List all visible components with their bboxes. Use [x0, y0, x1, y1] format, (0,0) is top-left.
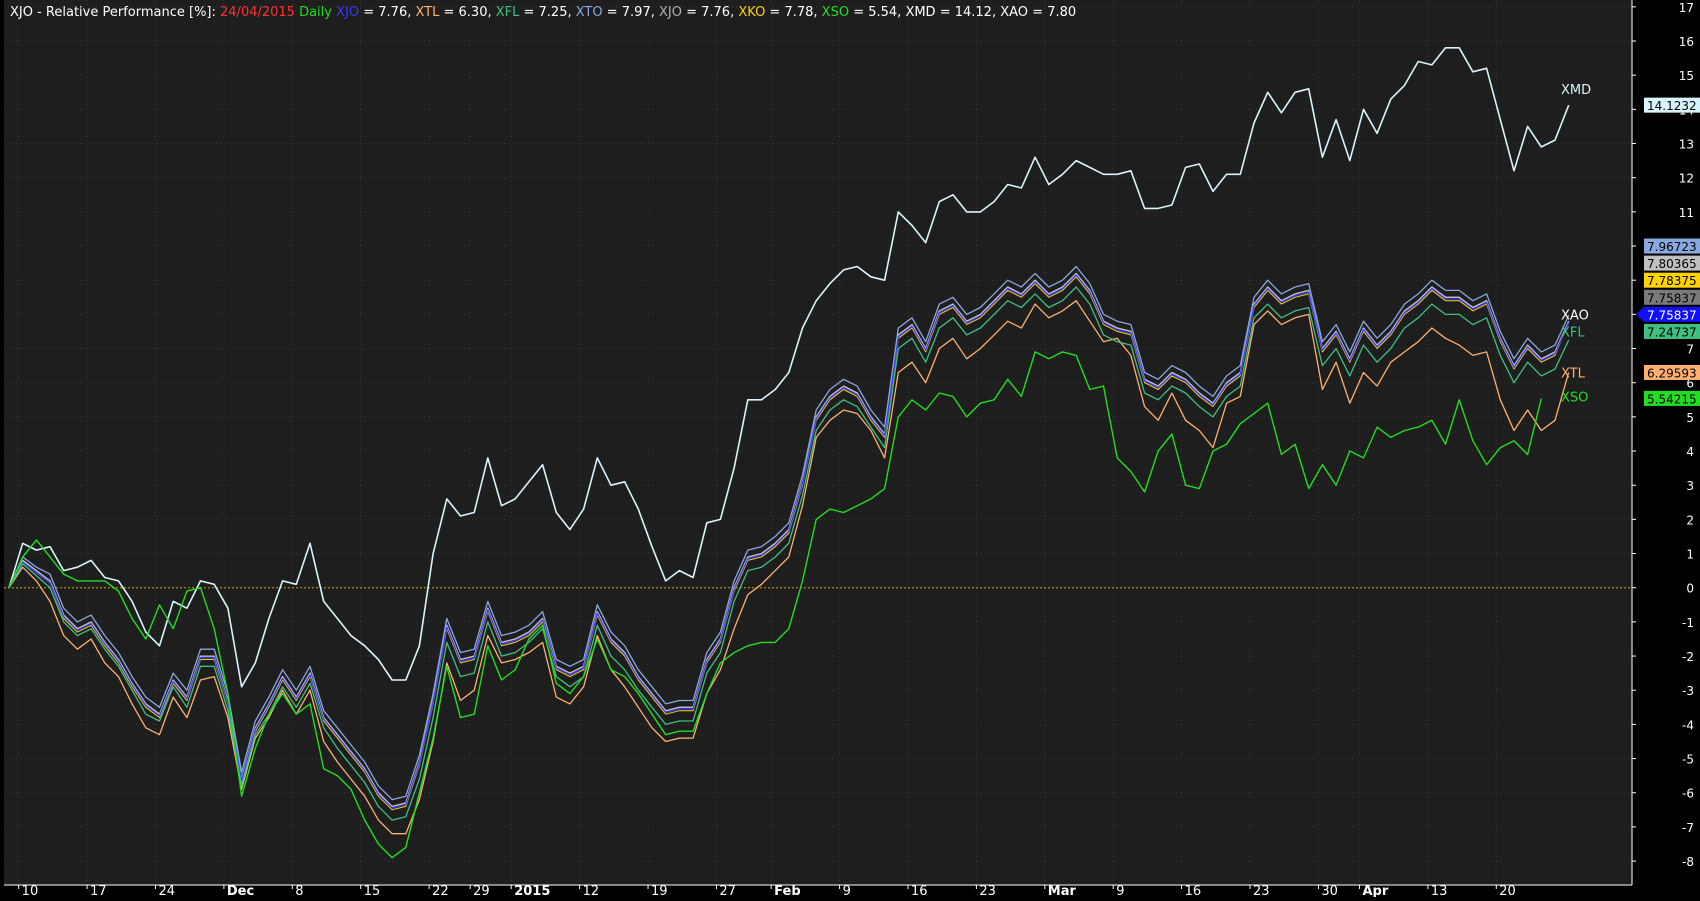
x-tick-label: 19	[651, 884, 668, 897]
title-part: XTL	[415, 5, 440, 20]
y-tick-label: 4	[1686, 445, 1694, 459]
value-box: 7.78375	[1644, 272, 1700, 288]
x-tick-label: Apr	[1362, 884, 1388, 897]
title-part: XJO	[659, 5, 682, 20]
value-box-label: 14.1232	[1647, 99, 1697, 113]
y-tick-label: -8	[1682, 855, 1694, 869]
title-part: = 14.12,	[936, 5, 1001, 20]
title-part: XTO	[576, 5, 603, 20]
title-part: XFL	[496, 5, 520, 20]
x-tick-label: 29	[473, 884, 490, 897]
x-tick-label: 13	[1431, 884, 1448, 897]
title-part: = 6.30,	[439, 5, 495, 20]
value-box-label: 7.96723	[1647, 240, 1697, 254]
value-box: 7.75837	[1636, 306, 1700, 322]
value-box: 14.1232	[1644, 97, 1700, 113]
x-tick-label: 12	[583, 884, 600, 897]
chart-root: XMD XAO XFL XTL XSO -8 -7 -6 -5 -4 -3 -2 -1 0 1 2 3 4 5 6 7…	[0, 0, 1700, 899]
y-tick-label: 5	[1686, 411, 1694, 425]
value-box-label: 7.80365	[1647, 257, 1697, 271]
y-tick-label: -6	[1682, 787, 1694, 801]
value-box-label: 7.24737	[1647, 325, 1697, 339]
y-tick-label: -7	[1682, 821, 1694, 835]
series-label-xso: XSO	[1561, 390, 1588, 405]
y-tick-label: -5	[1682, 753, 1694, 767]
x-tick-label: 24	[158, 884, 175, 897]
y-tick-label: -4	[1682, 718, 1694, 732]
y-tick-label: -3	[1682, 684, 1694, 698]
x-tick-label: 9	[1116, 884, 1124, 897]
title-part: = 7.76,	[682, 5, 738, 20]
value-box: 7.24737	[1644, 323, 1700, 339]
title-part: XMD	[905, 5, 935, 20]
y-tick-label: 11	[1679, 206, 1694, 220]
y-tick-label: 7	[1686, 343, 1694, 357]
x-tick-label: 23	[1253, 884, 1270, 897]
title-part: XKO	[738, 5, 765, 20]
x-tick-label: 30	[1321, 884, 1338, 897]
x-tick-label: 15	[364, 884, 381, 897]
value-box-label: 7.75837	[1647, 308, 1697, 322]
x-tick-label: 23	[979, 884, 996, 897]
x-tick-label: Dec	[227, 884, 254, 897]
value-box: 7.96723	[1644, 238, 1700, 254]
chart-title: XJO - Relative Performance [%]: 24/04/20…	[10, 5, 1076, 20]
x-tick-label: 20	[1499, 884, 1516, 897]
y-tick-label: 1	[1686, 548, 1694, 562]
y-tick-label: 12	[1679, 172, 1694, 186]
y-tick-label: -1	[1682, 616, 1694, 630]
series-label-xtl: XTL	[1561, 366, 1586, 381]
value-box-label: 7.78375	[1647, 274, 1697, 288]
y-tick-label: 3	[1686, 479, 1694, 493]
value-box: 6.29593	[1644, 364, 1700, 380]
title-part: Daily	[295, 5, 336, 20]
series-label-xao: XAO	[1561, 308, 1589, 323]
x-tick-label: 17	[90, 884, 107, 897]
series-label-xmd: XMD	[1561, 83, 1591, 98]
x-tick-label: 8	[295, 884, 303, 897]
relative-performance-chart: XMDXAOXFLXTLXSO -8-7-6-5-4-3-2-101234567…	[0, 0, 1700, 899]
x-tick-label: 27	[719, 884, 736, 897]
series-label-xfl: XFL	[1561, 325, 1585, 340]
y-tick-label: 15	[1679, 69, 1694, 83]
title-part: = 7.25,	[519, 5, 575, 20]
value-box: 7.80365	[1644, 255, 1700, 271]
title-part: = 7.78,	[765, 5, 821, 20]
title-part: = 5.54,	[849, 5, 905, 20]
title-part: XSO	[822, 5, 849, 20]
x-tick-label: 16	[1185, 884, 1202, 897]
value-box: 7.75837	[1644, 289, 1700, 305]
x-tick-label: 10	[22, 884, 39, 897]
title-part: = 7.80	[1028, 5, 1076, 20]
title-part: XJO	[336, 5, 359, 20]
y-tick-label: 13	[1679, 138, 1694, 152]
value-box-label: 6.29593	[1647, 366, 1697, 380]
y-tick-label: 2	[1686, 513, 1694, 527]
value-box-label: 7.75837	[1647, 291, 1697, 305]
x-tick-label: 16	[911, 884, 928, 897]
title-part: = 7.76,	[359, 5, 415, 20]
value-box: 5.54215	[1644, 390, 1700, 406]
title-part: = 7.97,	[603, 5, 659, 20]
x-tick-label: 22	[432, 884, 449, 897]
y-tick-label: 0	[1686, 582, 1694, 596]
x-tick-label: Feb	[774, 884, 800, 897]
y-tick-label: -2	[1682, 650, 1694, 664]
title-part: 24/04/2015	[220, 5, 295, 20]
title-part: XJO - Relative Performance [%]:	[10, 5, 220, 20]
value-box-label: 5.54215	[1647, 392, 1697, 406]
y-tick-label: 16	[1679, 35, 1694, 49]
x-tick-label: Mar	[1048, 884, 1077, 897]
x-tick-label: 2015	[514, 884, 550, 897]
y-tick-label: 17	[1679, 1, 1694, 15]
title-part: XAO	[1000, 5, 1028, 20]
x-tick-label: 9	[843, 884, 851, 897]
